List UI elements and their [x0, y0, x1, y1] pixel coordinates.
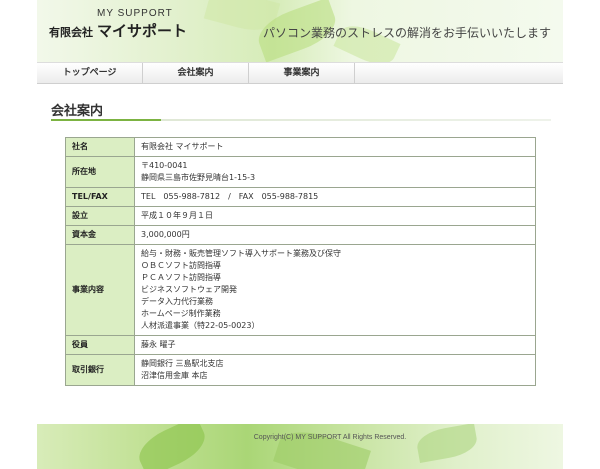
row-value-line: 沼津信用金庫 本店: [141, 371, 208, 380]
table-row: 資本金 3,000,000円: [65, 225, 536, 245]
row-value-line: 人材派遣事業（特22-05-0023）: [141, 321, 260, 330]
row-value-line: 有限会社 マイサポート: [141, 142, 224, 151]
copyright-text: Copyright(C) MY SUPPORT All Rights Reser…: [253, 434, 407, 441]
page-margin-right: [563, 0, 600, 469]
row-value-line: ＰＣＡソフト訪問指導: [141, 273, 221, 282]
row-label: 社名: [65, 137, 135, 157]
row-value-line: 〒410-0041: [141, 161, 188, 170]
site-footer: Copyright(C) MY SUPPORT All Rights Reser…: [37, 424, 563, 469]
row-value-line: 給与・財務・販売管理ソフト導入サポート業務及び保守: [141, 249, 341, 258]
row-value: 有限会社 マイサポート: [134, 137, 536, 157]
nav-item-top[interactable]: トップページ: [37, 63, 143, 83]
site-tagline: パソコン業務のストレスの解消をお手伝いいたします: [262, 26, 551, 40]
row-value: 静岡銀行 三島駅北支店 沼津信用金庫 本店: [134, 354, 536, 386]
row-value-line: TEL 055-988-7812 / FAX 055-988-7815: [141, 192, 319, 201]
row-value-line: 静岡銀行 三島駅北支店: [141, 359, 224, 368]
table-row: 取引銀行 静岡銀行 三島駅北支店 沼津信用金庫 本店: [65, 354, 536, 386]
logo-english: MY SUPPORT: [97, 8, 173, 19]
table-row: TEL/FAX TEL 055-988-7812 / FAX 055-988-78…: [65, 187, 536, 207]
page-title: 会社案内: [51, 104, 104, 119]
row-value-line: データ入力代行業務: [141, 297, 213, 306]
table-row: 社名 有限会社 マイサポート: [65, 137, 536, 157]
site-header: MY SUPPORT 有限会社 マイサポート パソコン業務のストレスの解消をお手…: [37, 0, 563, 62]
table-row: 設立 平成１０年９月１日: [65, 206, 536, 226]
row-value: TEL 055-988-7812 / FAX 055-988-7815: [134, 187, 536, 207]
row-value-line: ＯＢＣソフト訪問指導: [141, 261, 221, 270]
row-value: 3,000,000円: [134, 225, 536, 245]
row-label: 事業内容: [65, 244, 135, 336]
page-container: MY SUPPORT 有限会社 マイサポート パソコン業務のストレスの解消をお手…: [37, 0, 563, 469]
row-value-line: 平成１０年９月１日: [141, 211, 213, 220]
row-value: 給与・財務・販売管理ソフト導入サポート業務及び保守 ＯＢＣソフト訪問指導 ＰＣＡソフ…: [134, 244, 536, 336]
row-value-line: 3,000,000円: [141, 230, 190, 239]
row-value-line: 静岡県三島市佐野見晴台1-15-3: [141, 173, 256, 182]
row-value-line: 藤永 曜子: [141, 340, 176, 349]
footer-leaf-decoration: [132, 424, 212, 469]
row-value: 平成１０年９月１日: [134, 206, 536, 226]
nav-item-company[interactable]: 会社案内: [143, 63, 249, 83]
row-value-line: ホームページ制作業務: [141, 309, 221, 318]
page-margin-left: [0, 0, 37, 469]
row-label: 取引銀行: [65, 354, 135, 386]
row-label: 設立: [65, 206, 135, 226]
table-row: 所在地 〒410-0041 静岡県三島市佐野見晴台1-15-3: [65, 156, 536, 188]
footer-leaf-decoration: [273, 424, 371, 469]
footer-leaf-decoration: [414, 424, 480, 463]
logo-company-type: 有限会社: [49, 26, 93, 39]
table-row: 役員 藤永 曜子: [65, 335, 536, 355]
row-label: 所在地: [65, 156, 135, 188]
global-nav: トップページ 会社案内 事業案内: [37, 62, 563, 84]
row-value: 藤永 曜子: [134, 335, 536, 355]
row-value: 〒410-0041 静岡県三島市佐野見晴台1-15-3: [134, 156, 536, 188]
title-underline: [51, 119, 551, 121]
company-info-table: 社名 有限会社 マイサポート 所在地 〒410-0041 静岡県三島市佐野見晴台1-15…: [65, 137, 536, 386]
row-label: TEL/FAX: [65, 187, 135, 207]
logo-company-name: マイサポート: [97, 22, 188, 40]
row-label: 役員: [65, 335, 135, 355]
table-row: 事業内容 給与・財務・販売管理ソフト導入サポート業務及び保守 ＯＢＣソフト訪問指導 Ｐ…: [65, 244, 536, 336]
row-value-line: ビジネスソフトウェア開発: [141, 285, 237, 294]
nav-item-business[interactable]: 事業案内: [249, 63, 355, 83]
row-label: 資本金: [65, 225, 135, 245]
